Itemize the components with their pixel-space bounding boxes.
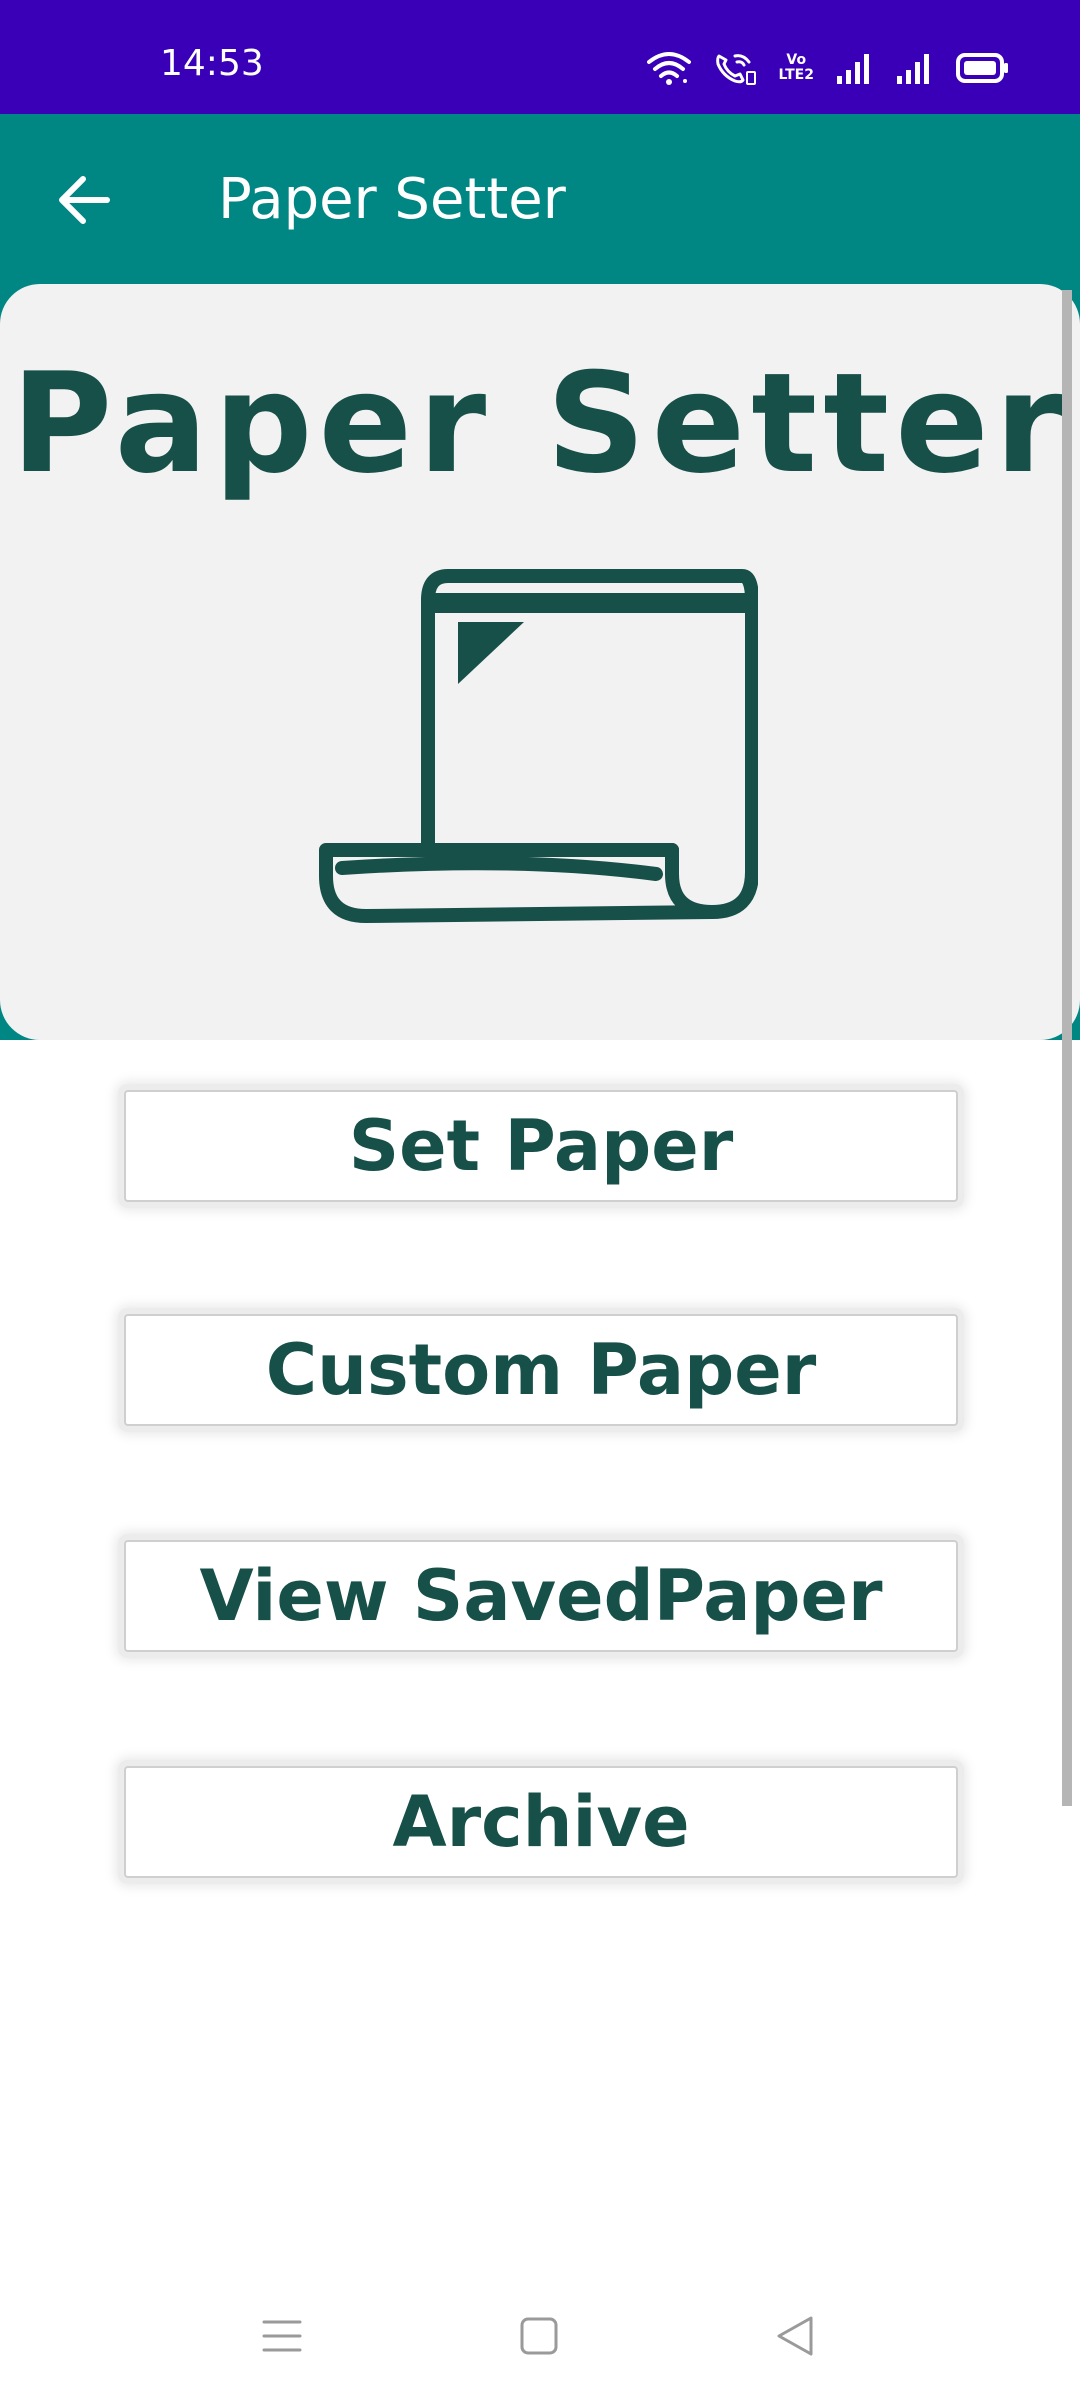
wifi-calling-icon	[713, 50, 757, 86]
screen: 14:53 Vo LTE2 Paper Setter Paper Setter …	[0, 0, 1080, 2400]
battery-icon	[956, 53, 1010, 83]
status-time: 14:53	[160, 43, 264, 84]
app-bar: Paper Setter	[0, 114, 1080, 284]
archive-button[interactable]: Archive	[124, 1766, 958, 1878]
nav-back-button[interactable]	[765, 2308, 825, 2368]
signal-icon	[896, 52, 934, 84]
navigation-bar	[0, 2280, 1080, 2400]
set-paper-button[interactable]: Set Paper	[124, 1090, 958, 1202]
scrollbar[interactable]	[1062, 290, 1072, 1806]
custom-paper-button[interactable]: Custom Paper	[124, 1314, 958, 1426]
menu-icon	[262, 2318, 302, 2359]
hero-title: Paper Setter	[11, 343, 1069, 504]
status-icons: Vo LTE2	[646, 48, 1010, 88]
back-icon	[775, 2314, 815, 2363]
volte-label-top: Vo	[786, 52, 807, 68]
signal-icon	[836, 52, 874, 84]
arrow-left-icon	[57, 175, 111, 230]
view-saved-paper-button[interactable]: View SavedPaper	[124, 1540, 958, 1652]
volte-icon: Vo LTE2	[779, 53, 814, 83]
volte-label-bottom: LTE2	[778, 67, 814, 83]
home-icon	[519, 2316, 559, 2361]
nav-menu-button[interactable]	[252, 2308, 312, 2368]
back-button[interactable]	[46, 164, 122, 240]
nav-home-button[interactable]	[509, 2308, 569, 2368]
wifi-icon	[646, 50, 691, 86]
paper-scroll-icon	[318, 560, 759, 935]
status-bar: 14:53 Vo LTE2	[0, 0, 1080, 114]
app-title: Paper Setter	[218, 167, 566, 232]
